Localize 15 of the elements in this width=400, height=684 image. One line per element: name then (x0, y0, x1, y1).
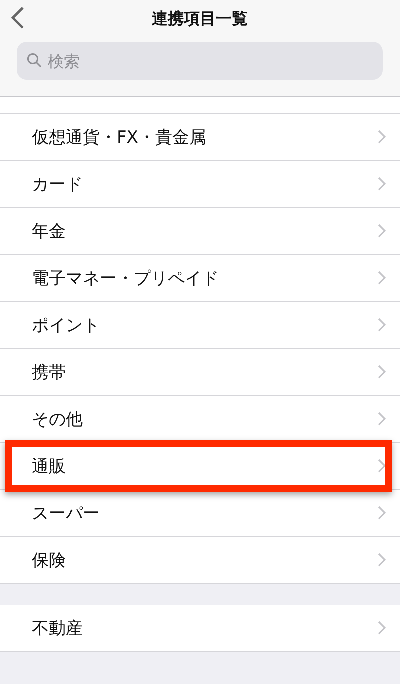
chevron-icon (378, 506, 386, 520)
chevron-icon (378, 271, 386, 285)
chevron-icon (378, 621, 386, 635)
chevron-icon (378, 412, 386, 426)
chevron-icon (378, 459, 386, 473)
search-field[interactable]: 検索 (17, 42, 383, 80)
screen-title: 連携項目一覧 (152, 8, 248, 30)
chevron-icon (378, 365, 386, 379)
chevron-icon (378, 130, 386, 144)
chevron-icon (378, 318, 386, 332)
chevron-icon (378, 177, 386, 191)
chevron-icon (378, 224, 386, 238)
chevron-icon (378, 553, 386, 567)
list-item[interactable]: 通販 (0, 442, 400, 489)
search-icon (27, 53, 42, 68)
